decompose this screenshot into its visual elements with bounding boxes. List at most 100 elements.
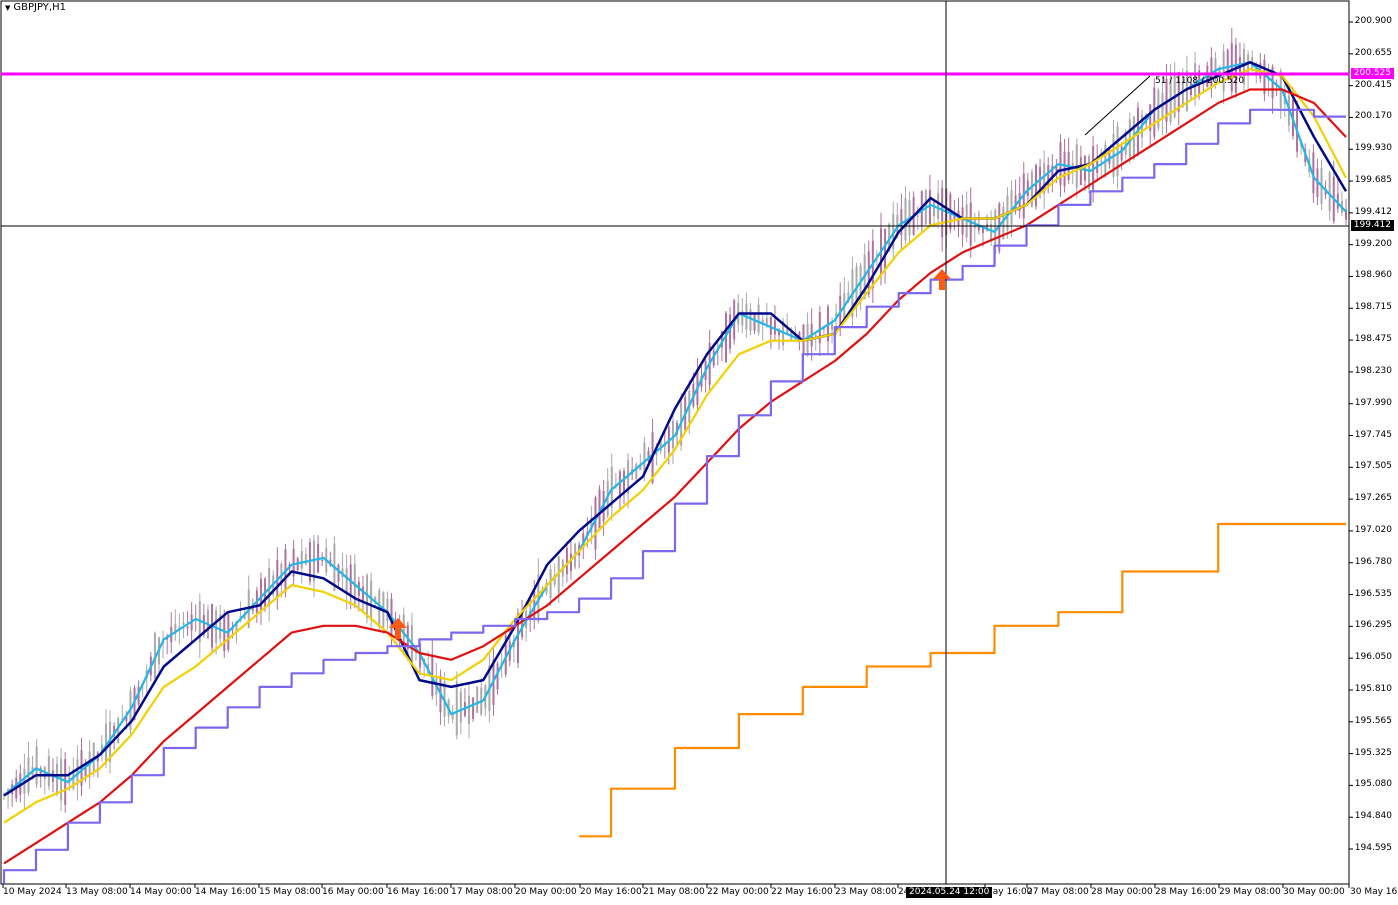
price-tick-label: 199.412 [1354,206,1392,217]
symbol-title: ▼ GBPJPY,H1 [5,2,66,13]
candle-body [345,568,348,594]
candle-body [569,553,572,571]
time-tick-label: 15 May 08:00 [259,887,321,897]
time-tick-label: 30 May 16:00 [1350,887,1398,897]
candle-body [969,202,972,246]
candle-body [455,681,458,736]
time-tick-label: 17 May 08:00 [451,887,513,897]
candle-body [337,564,340,582]
price-tick-label: 196.535 [1354,588,1392,599]
price-tick-label: 195.565 [1354,715,1392,726]
symbol-label: GBPJPY,H1 [13,2,66,13]
price-tick-label: 197.020 [1354,524,1392,535]
candle-body [1079,157,1082,185]
candle-body [757,304,760,333]
candle-body [867,251,870,295]
candle-body [884,228,887,269]
candle-body [855,266,858,303]
candle-body [916,215,919,217]
candle-body [1120,146,1123,161]
candle-body [56,763,59,795]
price-tick-label: 194.595 [1354,843,1392,853]
time-tick-label: 16 May 16:00 [387,887,449,897]
candle-body [300,550,303,569]
time-tick-label: 16 May 00:00 [322,887,384,897]
price-tick-label: 197.265 [1354,493,1392,504]
time-tick-label: 10 May 2024 [3,887,62,897]
moving-average-line [3,61,1348,797]
candle-body [814,334,817,336]
candle-body [671,420,674,449]
candle-body [937,193,940,219]
triangle-down-icon[interactable]: ▼ [5,4,10,12]
price-tick-label: 199.930 [1354,143,1392,154]
price-tick-label: 197.745 [1354,429,1392,440]
candle-body [459,691,462,723]
time-tick-label: 28 May 00:00 [1091,887,1153,897]
candle-body [773,320,776,335]
price-tick-label: 200.900 [1354,16,1392,26]
candle-body [223,615,226,652]
price-tick-label: 200.170 [1354,111,1392,122]
trendline-label: 51 / 1108 / 200.520 [1155,76,1245,86]
candle-body [361,586,364,601]
price-tick-label: 197.505 [1354,461,1392,472]
crosshair-price-badge: 199.412 [1350,220,1394,231]
time-tick-label: 22 May 16:00 [771,887,833,897]
candle-body [981,227,984,233]
horizontal-line-price-badge: 200.525 [1350,68,1394,79]
candle-body [941,187,944,238]
candle-body [1100,160,1103,162]
price-tick-label: 195.080 [1354,779,1392,790]
candle-body [186,627,189,629]
candle-body [1157,90,1160,129]
candle-body [321,559,324,562]
time-tick-label: 20 May 00:00 [515,887,577,897]
price-tick-label: 199.685 [1354,175,1392,186]
candle-body [386,599,389,622]
time-tick-label: 23 May 08:00 [835,887,897,897]
candle-body [182,622,185,625]
candle-body [472,697,475,719]
candle-body [47,756,50,787]
candle-body [1328,172,1331,212]
candle-body [565,547,568,575]
price-tick-label: 198.715 [1354,302,1392,313]
candle-body [822,328,825,330]
candle-body [1034,165,1037,207]
price-tick-label: 196.295 [1354,620,1392,631]
time-tick-label: 27 May 08:00 [1027,887,1089,897]
price-tick-label: 197.990 [1354,397,1392,408]
candle-body [476,686,479,713]
price-tick-label: 196.780 [1354,556,1392,567]
candle-body [35,746,38,785]
candle-body [468,695,471,724]
candle-body [1083,155,1086,181]
time-tick-label: 14 May 00:00 [130,887,192,897]
price-tick-label: 200.415 [1354,79,1392,90]
time-tick-label: 20 May 16:00 [580,887,642,897]
moving-average-line [579,522,1346,838]
candle-body [1010,190,1013,225]
price-tick-label: 199.200 [1354,238,1392,249]
price-tick-label: 198.960 [1354,270,1392,281]
price-tick-label: 195.810 [1354,683,1392,694]
candle-body [753,314,756,331]
candle-body [961,207,964,235]
price-tick-label: 198.475 [1354,334,1392,345]
price-tick-label: 196.050 [1354,652,1392,663]
time-tick-label: 14 May 16:00 [195,887,257,897]
price-tick-label: 200.655 [1354,47,1392,58]
plot-area[interactable] [0,0,1398,905]
price-tick-label: 195.325 [1354,747,1392,758]
candle-body [933,200,936,217]
candle-body [635,463,638,479]
time-tick-label: 21 May 08:00 [643,887,705,897]
crosshair-time-badge: 2024.05.24 12:00 [906,887,993,898]
time-tick-label: 13 May 08:00 [66,887,128,897]
moving-average-line [3,61,1347,797]
candle-body [117,718,120,744]
time-tick-label: 22 May 00:00 [707,887,769,897]
time-tick-label: 29 May 08:00 [1219,887,1281,897]
chart-window[interactable]: ▼ GBPJPY,H1 51 / 1108 / 200.520 200.900 2… [0,0,1398,905]
